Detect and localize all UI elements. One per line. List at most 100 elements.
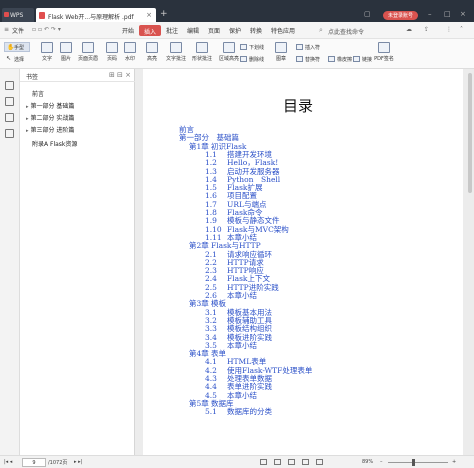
bookmark-item[interactable]: ▸ 第一部分 基础篇	[26, 101, 74, 110]
single-page-icon[interactable]	[260, 459, 267, 465]
header-footer-label: 页面页眉	[77, 56, 98, 62]
pdf-signature-button[interactable]: PDF签名	[368, 42, 400, 68]
expand-arrow-icon[interactable]: ▸	[26, 128, 29, 134]
area-highlight-button[interactable]: 区域高亮	[216, 42, 242, 68]
pdf-page: 目录 前言 第一部分 基础篇 第1章 初识Flask 1.1 搭建开发环境 1.2 Hello…	[143, 69, 463, 455]
area-highlight-label: 区域高亮	[218, 56, 239, 62]
annotation-list-icon[interactable]	[5, 113, 14, 122]
document-tab-label: Flask Web开...与原理解析 .pdf	[48, 14, 134, 21]
page-number-input[interactable]: 9	[22, 458, 46, 467]
shape-annotation-label: 形状批注	[191, 56, 212, 62]
header-footer-button[interactable]: 页面页眉	[75, 42, 101, 68]
hamburger-icon[interactable]: ≡	[4, 26, 9, 33]
menu-bar: ≡ 文件 ▫ ▫ ↶ ↷ ▾ 开始 插入 批注 编辑 页面 保护 转换 特色应用…	[0, 22, 474, 39]
strikethrough-label: 删除线	[249, 57, 265, 63]
header-footer-icon	[82, 42, 94, 53]
status-bar: |◂ ◂ 9 /1072页 ▸ ▸| 89% – +	[0, 455, 474, 468]
close-tab-icon[interactable]: ×	[146, 11, 152, 19]
fullscreen-icon[interactable]	[316, 459, 323, 465]
select-tool-button[interactable]: ↖ 选择	[6, 55, 25, 63]
quick-tools-icons[interactable]: ▫ ▫ ↶ ↷ ▾	[32, 26, 61, 33]
menu-convert[interactable]: 转换	[250, 26, 262, 35]
close-window-icon[interactable]: ×	[460, 10, 466, 18]
bookmark-panel-header: 书签 ⊞ ⊟ ×	[20, 69, 135, 82]
command-search[interactable]: ⌕ 点此查找命令	[318, 25, 368, 36]
zoom-slider-knob[interactable]	[412, 459, 415, 466]
document-tab[interactable]: Flask Web开...与原理解析 .pdf ×	[36, 8, 156, 22]
bookmark-item[interactable]: ▸ 第二部分 实战篇	[26, 113, 74, 122]
more-icon[interactable]: ⋮	[446, 26, 452, 33]
fit-width-icon[interactable]	[302, 459, 309, 465]
share-icon[interactable]: ⇪	[424, 26, 429, 33]
attachment-icon[interactable]	[5, 129, 14, 138]
prev-page-icon[interactable]: |◂ ◂	[4, 459, 12, 465]
login-button[interactable]: 未登录账号	[383, 11, 418, 20]
two-page-icon[interactable]	[288, 459, 295, 465]
document-viewer[interactable]: 目录 前言 第一部分 基础篇 第1章 初识Flask 1.1 搭建开发环境 1.2 Hello…	[135, 69, 474, 455]
eraser-icon	[328, 56, 335, 62]
select-tool-label: 选择	[14, 57, 25, 63]
expand-arrow-icon[interactable]: ▸	[26, 104, 29, 110]
continuous-icon[interactable]	[274, 459, 281, 465]
bookmark-panel-controls[interactable]: ⊞ ⊟ ×	[109, 71, 131, 79]
expand-arrow-icon[interactable]: ▸	[26, 116, 29, 122]
replace-caret-button[interactable]: 替换符	[296, 56, 320, 63]
underline-button[interactable]: 下划线	[240, 44, 264, 51]
minimize-icon[interactable]: –	[428, 10, 432, 18]
maximize-icon[interactable]: □	[444, 10, 451, 18]
hand-tool-button[interactable]: ✋ 手型	[4, 42, 30, 52]
layout-icon[interactable]: ▢	[364, 10, 371, 18]
menu-protect[interactable]: 保护	[229, 26, 241, 35]
shape-annotation-button[interactable]: 形状批注	[189, 42, 215, 68]
bookmark-panel: 书签 ⊞ ⊟ × 前言 ▸ 第一部分 基础篇 ▸ 第二部分 实战篇 ▸ 第三部分…	[20, 69, 135, 455]
collapse-ribbon-icon[interactable]: ˄	[460, 26, 463, 33]
wps-tab-label: WPS	[10, 12, 24, 19]
bookmark-item[interactable]: ▸ 第三部分 进阶篇	[26, 125, 74, 134]
zoom-slider[interactable]	[388, 462, 448, 463]
link-icon	[353, 56, 360, 62]
menu-file[interactable]: 文件	[12, 26, 24, 35]
image-icon	[60, 42, 72, 53]
ribbon-toolbar: ✋ 手型 ↖ 选择 文字 图片 页面页眉 页码 水印 高亮 文字批注 形状批注 …	[0, 39, 474, 69]
eraser-button[interactable]: 橡皮擦	[328, 56, 352, 63]
replace-icon	[296, 56, 303, 62]
thumbnail-icon[interactable]	[5, 97, 14, 106]
area-highlight-icon	[223, 42, 235, 53]
pdf-icon	[39, 12, 45, 19]
bookmark-item-label: 第三部分 进阶篇	[30, 127, 75, 134]
menu-annotate[interactable]: 批注	[166, 26, 178, 35]
menu-features[interactable]: 特色应用	[271, 26, 295, 35]
wps-home-tab[interactable]: WPS	[2, 8, 34, 22]
highlight-icon	[146, 42, 158, 53]
side-icon-bar	[0, 69, 20, 455]
text-annotation-button[interactable]: 文字批注	[163, 42, 189, 68]
strikethrough-button[interactable]: 删除线	[240, 56, 264, 63]
cloud-sync-icon[interactable]: ☁	[406, 26, 412, 33]
menu-edit[interactable]: 编辑	[187, 26, 199, 35]
hand-icon: ✋	[7, 44, 15, 51]
highlight-button[interactable]: 高亮	[139, 42, 165, 68]
toc-entry[interactable]: 5.1 数据库的分类	[201, 406, 272, 417]
new-tab-icon[interactable]: +	[160, 9, 168, 19]
shape-annotation-icon	[196, 42, 208, 53]
menu-insert[interactable]: 插入	[139, 25, 161, 36]
zoom-out-icon[interactable]: –	[380, 459, 383, 465]
bookmark-item[interactable]: 前言	[32, 89, 44, 98]
bookmark-panel-icon[interactable]	[5, 81, 14, 90]
stamp-icon	[275, 42, 287, 53]
stamp-label: 图章	[275, 56, 286, 62]
bookmark-item[interactable]: 附录A Flask资源	[32, 139, 77, 148]
bookmark-item-label: 第二部分 实战篇	[30, 115, 75, 122]
insert-caret-button[interactable]: 插入符	[296, 44, 320, 51]
next-page-icon[interactable]: ▸ ▸|	[74, 459, 82, 465]
total-pages: /1072页	[48, 460, 68, 466]
caret-icon	[296, 44, 303, 50]
menu-page[interactable]: 页面	[208, 26, 220, 35]
toc-entry-text: 本章小结	[227, 340, 257, 350]
stamp-button[interactable]: 图章	[268, 42, 294, 68]
menu-home[interactable]: 开始	[122, 26, 134, 35]
bookmark-item-label: 前言	[32, 91, 45, 98]
zoom-in-icon[interactable]: +	[452, 459, 456, 465]
page-number-value: 9	[32, 460, 36, 466]
vertical-scrollbar[interactable]	[468, 73, 472, 193]
